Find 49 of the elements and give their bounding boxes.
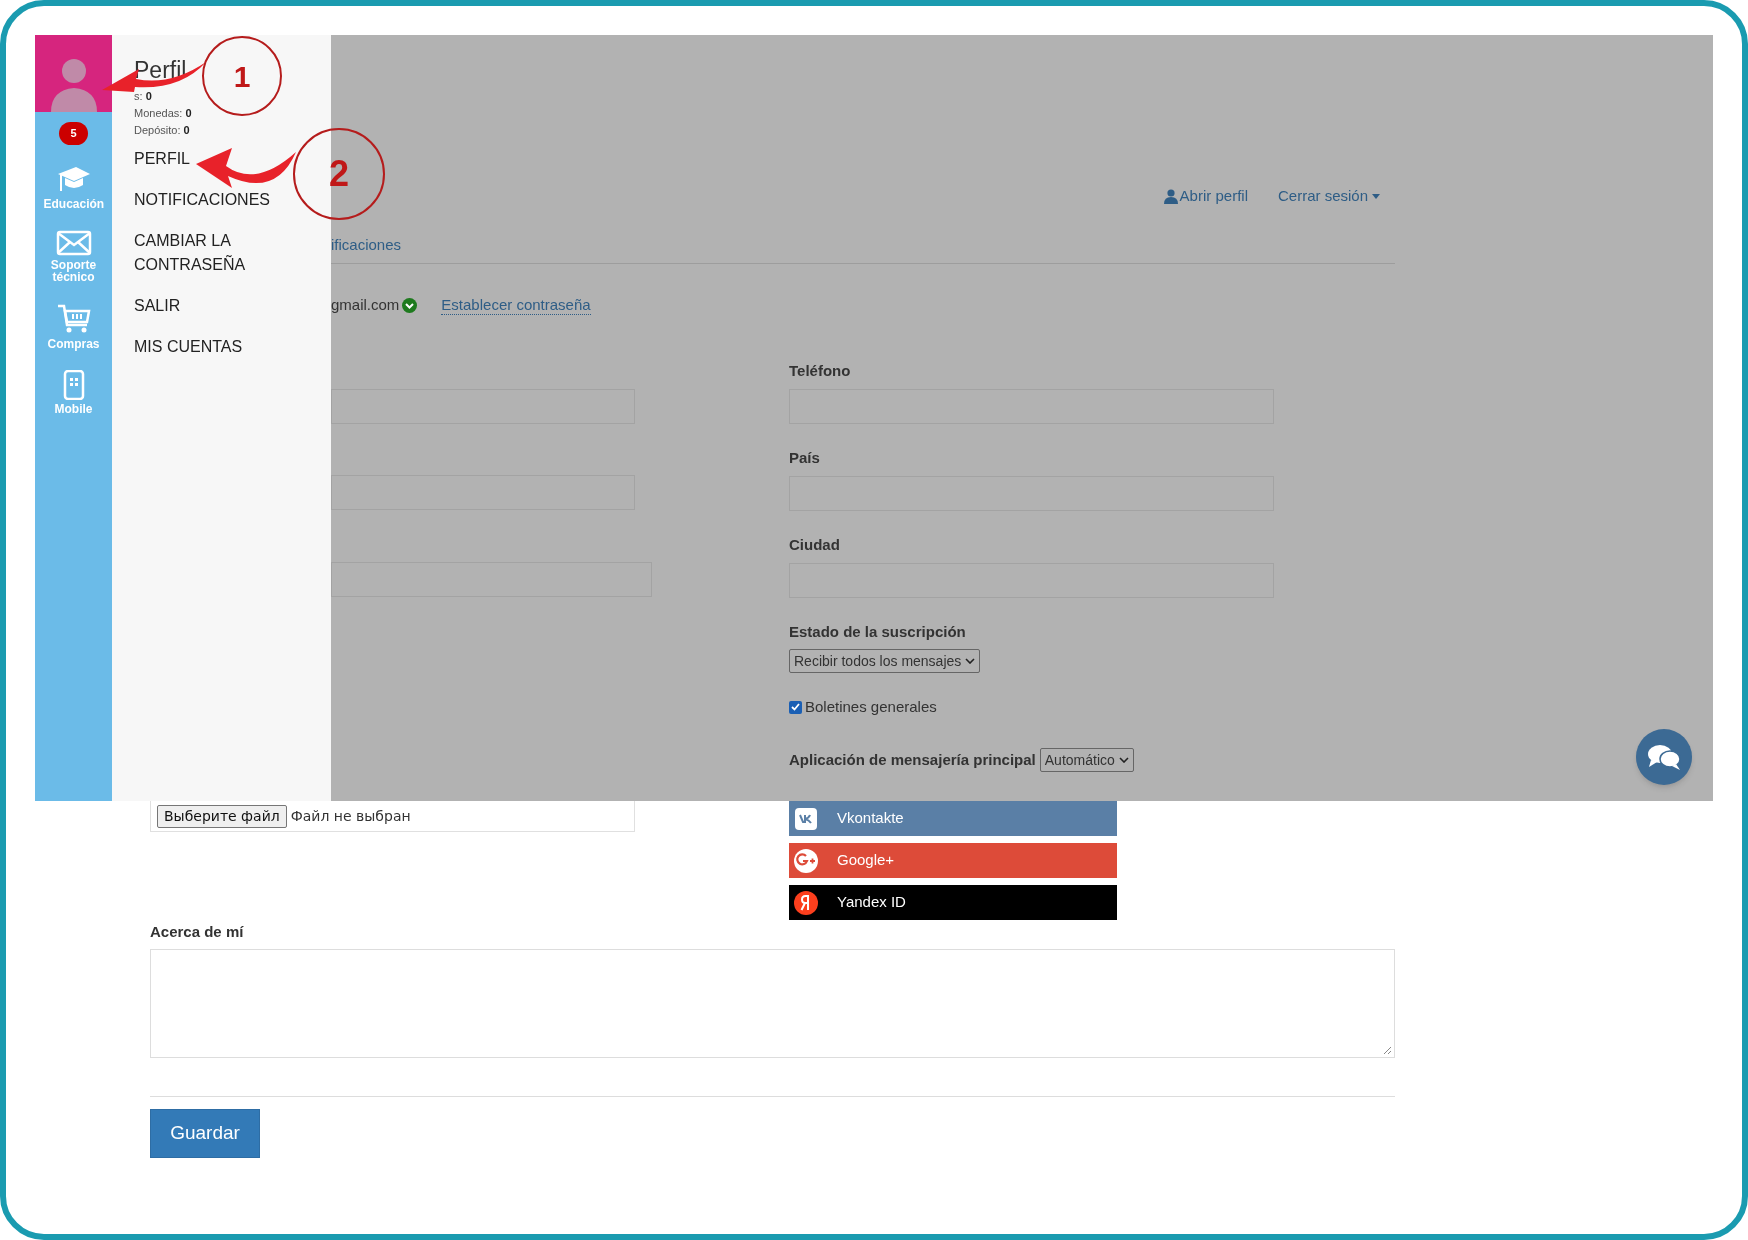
menu-item[interactable]: SALIR — [134, 294, 304, 318]
yandex-logo-icon — [793, 889, 819, 916]
file-status-text: Файл не выбран — [290, 806, 411, 826]
menu-stat: s: 0 — [134, 89, 153, 104]
phone-icon — [62, 369, 85, 400]
email-text: gmail.com — [331, 294, 400, 315]
field-label: Estado de la suscripción — [789, 622, 967, 642]
user-silhouette-icon — [48, 56, 99, 112]
chat-button[interactable] — [1636, 729, 1692, 785]
vk-logo-icon — [795, 807, 817, 830]
logout-menu-link[interactable]: Cerrar sesión — [1277, 185, 1380, 207]
open-profile-link[interactable]: Abrir perfil — [1163, 185, 1248, 207]
social-login-button[interactable]: Google+ — [789, 843, 1117, 878]
chat-bubbles-icon — [1647, 743, 1681, 771]
avatar-tile[interactable] — [35, 35, 112, 112]
field-label: Acerca de mí — [150, 922, 245, 942]
envelope-icon — [55, 229, 92, 256]
user-icon — [1163, 188, 1178, 204]
save-button[interactable]: Guardar — [150, 1109, 260, 1158]
checkbox-label: Boletines generales — [805, 696, 937, 717]
tab[interactable]: ificaciones — [331, 236, 402, 253]
messenger-select[interactable]: Automático — [1039, 748, 1134, 772]
set-password-link[interactable]: Establecer contraseña — [441, 295, 591, 315]
field-label: Teléfono — [789, 361, 852, 381]
menu-stat: Monedas: 0 — [134, 106, 193, 121]
about-textarea[interactable] — [150, 949, 1395, 1058]
subscription-select[interactable]: Recibir todos los mensajes — [789, 649, 981, 673]
chevron-down-icon — [1118, 757, 1129, 763]
social-login-button[interactable]: Vkontakte — [789, 801, 1117, 836]
caret-icon — [1372, 193, 1380, 199]
choose-file-button[interactable]: Выберите файл — [157, 804, 287, 828]
field-label: País — [789, 448, 821, 468]
chevron-down-icon — [965, 658, 976, 664]
menu-item[interactable]: CAMBIAR LA CONTRASEÑA — [134, 229, 304, 277]
input-field[interactable] — [331, 389, 635, 424]
google-plus-logo-icon — [793, 847, 819, 874]
field-label: Ciudad — [789, 535, 841, 555]
input-field[interactable] — [331, 562, 652, 597]
check-icon — [791, 703, 800, 711]
social-login-button[interactable]: Yandex ID — [789, 885, 1117, 920]
menu-item[interactable]: MIS CUENTAS — [134, 335, 304, 359]
notification-badge: 5 — [59, 122, 88, 145]
file-input[interactable]: Выберите файл Файл не выбран — [150, 801, 635, 832]
menu-stat: Depósito: 0 — [134, 123, 191, 138]
input-field[interactable] — [331, 475, 635, 510]
newsletter-checkbox[interactable] — [789, 700, 802, 714]
resize-handle-icon — [1383, 1046, 1391, 1054]
field-label: Aplicación de mensajería principal — [789, 749, 1036, 770]
cart-icon — [55, 302, 92, 335]
